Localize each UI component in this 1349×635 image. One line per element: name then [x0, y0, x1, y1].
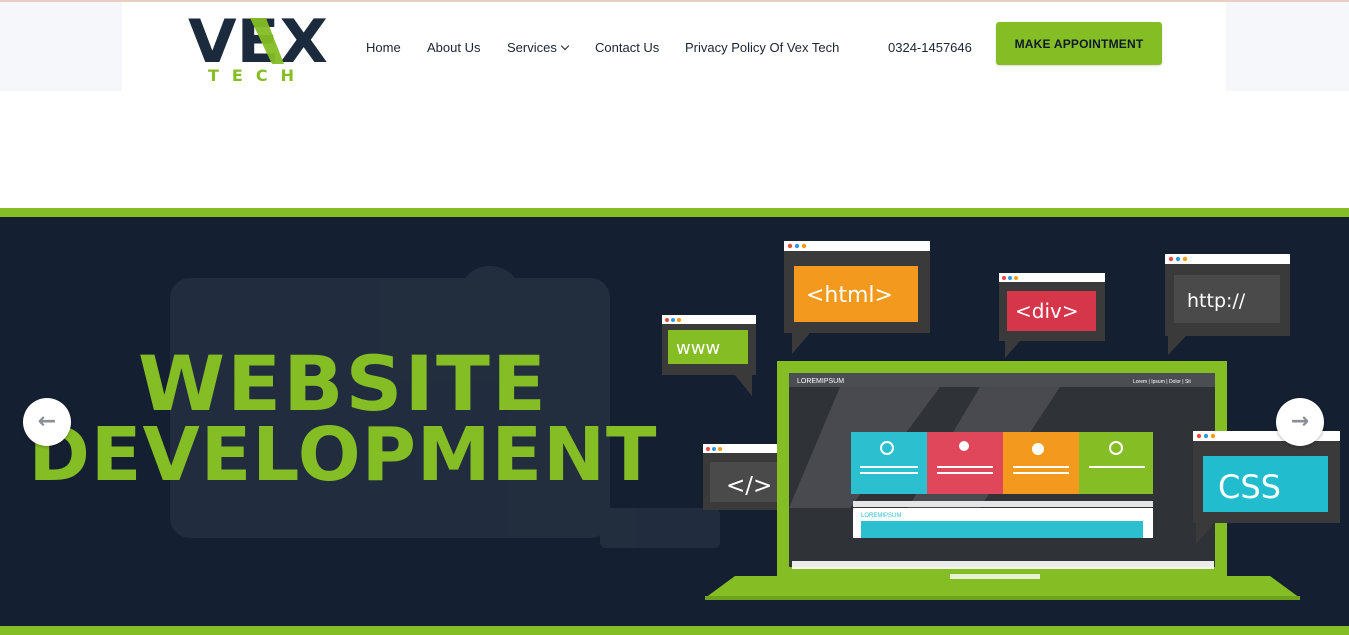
- http-tag-text: http://: [1187, 290, 1246, 312]
- hero-headline-line2: DEVELOPMENT: [28, 412, 658, 498]
- css-tag-text: CSS: [1218, 468, 1281, 506]
- phone-number[interactable]: 0324-1457646: [888, 40, 972, 55]
- nav-about[interactable]: About Us: [427, 40, 480, 55]
- hero-border-top: [0, 208, 1349, 217]
- www-tag-text: www: [676, 338, 720, 359]
- nav-privacy-policy[interactable]: Privacy Policy Of Vex Tech: [685, 40, 839, 55]
- screen-brand-2: LOREMIPSUM: [861, 513, 901, 519]
- hero-headline-line1: WEBSITE: [137, 339, 549, 428]
- chevron-down-icon: [560, 41, 570, 51]
- nav-home[interactable]: Home: [366, 40, 401, 55]
- arrow-left-icon: ←: [37, 409, 57, 434]
- html-tag-text: <html>: [806, 283, 893, 308]
- site-header: VEX TECH Home About Us Services Contact …: [122, 2, 1226, 91]
- div-tag-text: <div>: [1015, 299, 1079, 323]
- nav-services[interactable]: Services: [507, 40, 570, 55]
- nav-contact[interactable]: Contact Us: [595, 40, 659, 55]
- nav-services-label: Services: [507, 40, 557, 55]
- arrow-right-icon: →: [1290, 409, 1310, 434]
- http-tag: http://: [1165, 254, 1290, 355]
- header-margin-left: [0, 2, 122, 91]
- make-appointment-button[interactable]: MAKE APPOINTMENT: [996, 22, 1162, 65]
- html-tag: <html>: [784, 241, 930, 354]
- vex-tech-logo[interactable]: VEX TECH: [188, 12, 333, 84]
- screen-nav: Lorem | Ipsum | Dolor | Sit: [1133, 379, 1191, 385]
- logo-sub-text: TECH: [208, 66, 307, 84]
- div-tag: <div>: [999, 273, 1105, 358]
- code-tag-text: </>: [726, 473, 772, 499]
- hero-headline: WEBSITE DEVELOPMENT: [18, 346, 668, 498]
- hero-border-bottom: [0, 626, 1349, 635]
- screen-brand: LOREMIPSUM: [797, 378, 844, 385]
- slider-next-button[interactable]: →: [1276, 398, 1324, 446]
- header-margin-right: [1226, 2, 1349, 91]
- slider-prev-button[interactable]: ←: [23, 398, 71, 446]
